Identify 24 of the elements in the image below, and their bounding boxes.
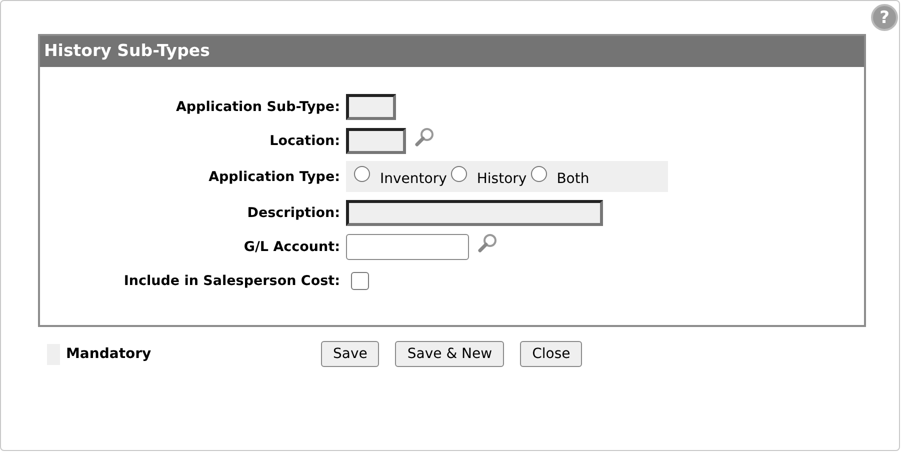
checkbox[interactable] bbox=[351, 272, 369, 290]
input-field[interactable] bbox=[346, 234, 469, 260]
radio-button[interactable] bbox=[530, 166, 547, 182]
field-label: Application Sub-Type: bbox=[174, 98, 341, 114]
input-field[interactable] bbox=[346, 200, 603, 226]
input-field[interactable] bbox=[346, 128, 406, 154]
action-button[interactable]: Save & New bbox=[395, 341, 504, 367]
mandatory-legend: Mandatory bbox=[66, 346, 321, 362]
search-icon[interactable] bbox=[477, 232, 499, 252]
field-label: Include in Salesperson Cost: bbox=[122, 272, 341, 288]
radio-button[interactable] bbox=[450, 166, 467, 182]
radio-button[interactable] bbox=[354, 166, 370, 182]
radio-label[interactable]: History bbox=[476, 166, 527, 186]
field-label: G/L Account: bbox=[242, 238, 341, 254]
field-label: Description: bbox=[246, 204, 341, 220]
field-label: Application Type: bbox=[208, 168, 341, 184]
search-icon[interactable] bbox=[414, 126, 436, 146]
action-button[interactable]: Close bbox=[520, 341, 582, 367]
field-label: Location: bbox=[268, 132, 341, 148]
action-button[interactable]: Save bbox=[321, 341, 380, 367]
radio-label[interactable]: Both bbox=[556, 166, 590, 186]
panel-title: History Sub-Types bbox=[40, 36, 864, 67]
input-field[interactable] bbox=[346, 94, 396, 120]
radio-label[interactable]: Inventory bbox=[380, 166, 447, 186]
